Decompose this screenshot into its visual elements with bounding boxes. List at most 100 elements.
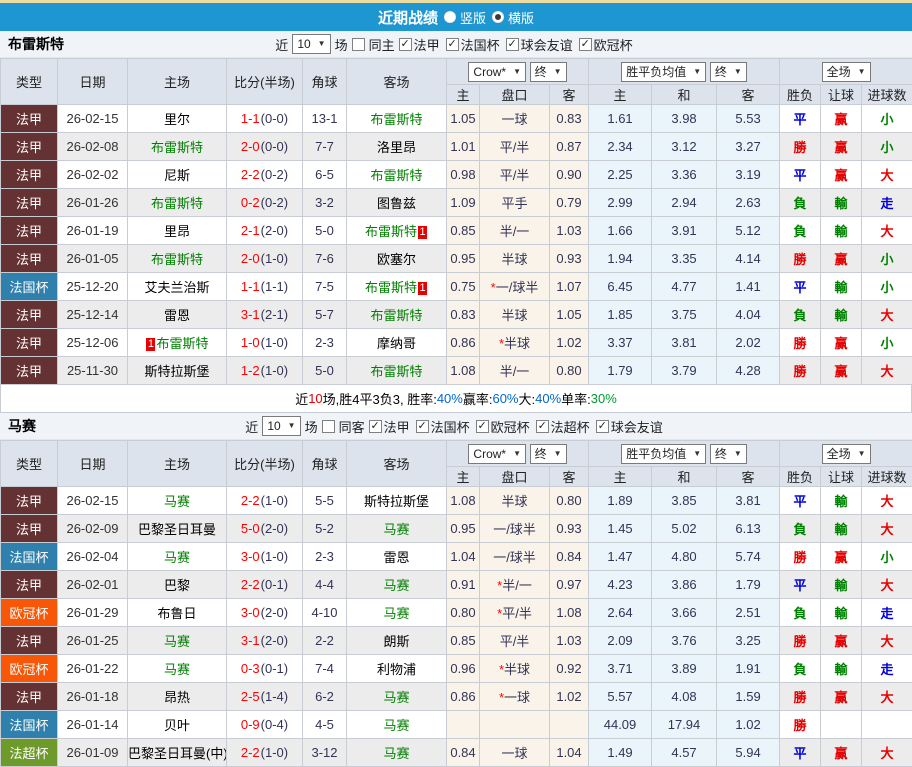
summary-text: 40% [437,391,463,406]
league-checkbox[interactable]: ✓ [476,420,489,433]
avg-draw: 3.66 [652,599,717,627]
match-count-select[interactable]: 10▼ [262,416,300,436]
odds-home: 0.85 [447,217,480,245]
section-filter-bar: 马赛 近 10▼ 场 同客 ✓法甲✓法国杯✓欧冠杯✓法超杯✓球会友谊 [0,413,912,440]
layout-option-horizontal[interactable]: 横版 [492,8,534,27]
result-handicap: 輸 [821,217,862,245]
league-checkbox[interactable]: ✓ [416,420,429,433]
avg-stage-select[interactable]: 终▼ [710,444,747,464]
avg-stage-select[interactable]: 终▼ [710,62,747,82]
radio-icon-horizontal-selected[interactable] [492,11,504,23]
odds-home: 0.96 [447,655,480,683]
odds-away: 1.05 [550,301,589,329]
odds-stage-select[interactable]: 终▼ [530,62,567,82]
odds-away: 0.97 [550,571,589,599]
match-type-badge: 法甲 [1,329,58,357]
result-wdl: 平 [780,105,821,133]
league-checkbox[interactable]: ✓ [579,38,592,51]
summary-row: 近10场,胜4平3负3, 胜率:40% 赢率:60% 大:40% 单率:30% [0,385,912,413]
league-checkbox[interactable]: ✓ [446,38,459,51]
table-row: 法甲 26-01-18 1昂热 2-5(1-4) 6-2 马赛1 0.86 *一… [1,683,912,711]
match-score: 0-3(0-1) [227,655,303,683]
odds-stage-select[interactable]: 终▼ [530,444,567,464]
result-wdl: 平 [780,161,821,189]
match-date: 26-01-19 [58,217,128,245]
result-goals: 小 [862,543,912,571]
match-count-select[interactable]: 10▼ [292,34,330,54]
chevron-down-icon: ▼ [513,63,521,81]
away-team: 布雷斯特1 [347,273,447,301]
handicap: 一球 [480,739,550,767]
handicap: 半球 [480,301,550,329]
home-team: 1马赛 [128,655,227,683]
corner-count: 7-7 [303,133,347,161]
radio-icon-vertical[interactable] [444,11,456,23]
avg-type-select[interactable]: 胜平负均值▼ [621,62,706,82]
odds-home: 0.75 [447,273,480,301]
result-wdl: 勝 [780,133,821,161]
avg-away: 1.02 [717,711,780,739]
away-team: 马赛1 [347,711,447,739]
match-score: 2-1(2-0) [227,217,303,245]
result-wdl: 負 [780,217,821,245]
same-venue-checkbox[interactable] [322,420,335,433]
avg-type-select[interactable]: 胜平负均值▼ [621,444,706,464]
avg-home: 1.79 [589,357,652,385]
avg-away: 1.79 [717,571,780,599]
odds-away: 0.84 [550,543,589,571]
avg-away: 1.59 [717,683,780,711]
col-avg-draw: 和 [652,467,717,487]
league-checkbox[interactable]: ✓ [506,38,519,51]
col-result-handicap: 让球 [821,85,862,105]
col-avg-home: 主 [589,467,652,487]
odds-away: 0.79 [550,189,589,217]
match-score: 0-2(0-2) [227,189,303,217]
layout-option-vertical[interactable]: 竖版 [444,8,486,27]
same-venue-checkbox[interactable] [352,38,365,51]
match-type-badge: 法甲 [1,357,58,385]
table-row: 法甲 26-01-05 1布雷斯特 2-0(1-0) 7-6 欧塞尔1 0.95… [1,245,912,273]
col-avg-home: 主 [589,85,652,105]
same-venue-label: 同客 [339,417,365,436]
result-wdl: 平 [780,487,821,515]
col-corner: 角球 [303,441,347,487]
table-row: 欧冠杯 26-01-29 1布鲁日 3-0(2-0) 4-10 马赛1 0.80… [1,599,912,627]
odds-home: 1.04 [447,543,480,571]
league-checkbox[interactable]: ✓ [399,38,412,51]
col-corner: 角球 [303,59,347,105]
match-date: 26-02-09 [58,515,128,543]
chevron-down-icon: ▼ [734,445,742,463]
handicap: 半/一 [480,357,550,385]
avg-draw: 3.35 [652,245,717,273]
league-checkbox[interactable]: ✓ [369,420,382,433]
col-odds-away: 客 [550,467,589,487]
handicap: 平/半 [480,133,550,161]
result-goals [862,711,912,739]
col-date: 日期 [58,59,128,105]
matches-table: 类型 日期 主场 比分(半场) 角球 客场 Crow*▼ 终▼ 胜平负均值▼ 终… [0,58,912,385]
bookmaker-select[interactable]: Crow*▼ [468,444,526,464]
league-checkbox[interactable]: ✓ [596,420,609,433]
result-wdl: 負 [780,301,821,329]
league-checkbox[interactable]: ✓ [536,420,549,433]
col-result-goals: 进球数 [862,85,912,105]
odds-away: 0.90 [550,161,589,189]
summary-text: 60% [492,391,518,406]
avg-draw: 2.94 [652,189,717,217]
col-result-goals: 进球数 [862,467,912,487]
away-team: 雷恩1 [347,543,447,571]
match-date: 26-01-22 [58,655,128,683]
unit-label: 场 [305,417,318,436]
bookmaker-select[interactable]: Crow*▼ [468,62,526,82]
period-select[interactable]: 全场▼ [822,62,871,82]
red-card-badge: 1 [418,226,427,239]
match-score: 3-0(2-0) [227,599,303,627]
col-avg-away: 客 [717,467,780,487]
avg-draw: 4.80 [652,543,717,571]
period-select[interactable]: 全场▼ [822,444,871,464]
table-row: 法甲 26-02-15 1里尔 1-1(0-0) 13-1 布雷斯特1 1.05… [1,105,912,133]
handicap: 一球 [480,105,550,133]
corner-count: 7-6 [303,245,347,273]
result-goals: 小 [862,273,912,301]
team-name: 马赛 [8,416,36,436]
